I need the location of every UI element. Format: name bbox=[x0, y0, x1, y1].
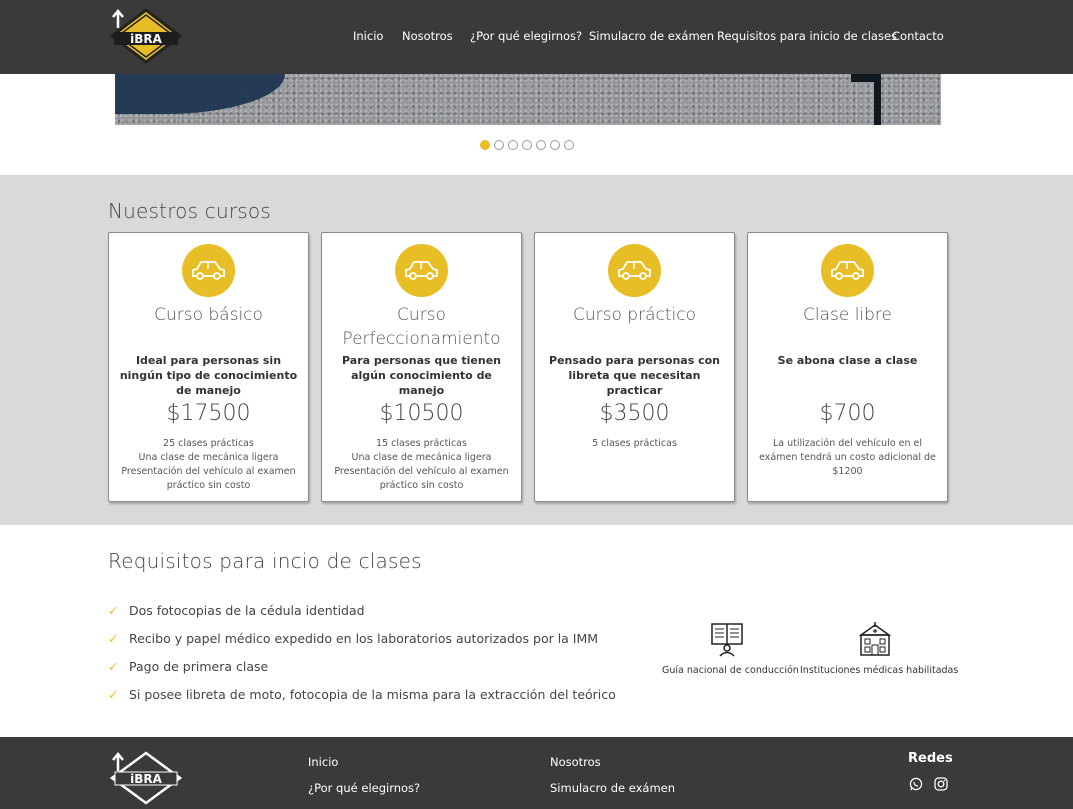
nav-nosotros[interactable]: Nosotros bbox=[402, 29, 453, 43]
carousel-dot[interactable] bbox=[480, 140, 490, 150]
course-detail: Una clase de mecánica ligera bbox=[351, 452, 492, 463]
logo[interactable]: iBRA bbox=[110, 8, 182, 64]
course-description: Para personas que tienen algún conocimie… bbox=[342, 354, 501, 397]
course-detail: 15 clases prácticas bbox=[376, 438, 467, 449]
course-price: $3500 bbox=[599, 401, 670, 426]
course-detail: Una clase de mecánica ligera bbox=[138, 452, 279, 463]
course-price: $17500 bbox=[166, 401, 251, 426]
course-description: Ideal para personas sin ningún tipo de c… bbox=[119, 354, 298, 397]
course-card-basico[interactable]: Curso básico Ideal para personas sin nin… bbox=[108, 232, 309, 502]
check-icon: ✓ bbox=[108, 603, 119, 618]
course-card-clase-libre[interactable]: Clase libre Se abona clase a clase $700 … bbox=[747, 232, 948, 502]
carousel-dot[interactable] bbox=[508, 140, 518, 150]
carousel-dot[interactable] bbox=[550, 140, 560, 150]
carousel-dot[interactable] bbox=[536, 140, 546, 150]
nav-requisitos[interactable]: Requisitos para inicio de clases bbox=[717, 29, 897, 43]
car-icon bbox=[395, 244, 448, 297]
car-icon bbox=[608, 244, 661, 297]
course-description: Se abona clase a clase bbox=[777, 354, 918, 367]
course-detail: 5 clases prácticas bbox=[592, 438, 677, 449]
course-detail: Presentación del vehículo al examen prác… bbox=[121, 466, 296, 491]
svg-text:iBRA: iBRA bbox=[130, 32, 163, 46]
requirement-text: Pago de primera clase bbox=[129, 659, 269, 674]
footer-link-nosotros[interactable]: Nosotros bbox=[550, 755, 601, 769]
hero-shadow bbox=[115, 74, 285, 114]
course-card-perfeccionamiento[interactable]: Curso Perfeccionamiento Para personas qu… bbox=[321, 232, 522, 502]
course-details: La utilización del vehículo en el exámen… bbox=[754, 437, 941, 479]
nav-contacto[interactable]: Contacto bbox=[892, 29, 944, 43]
car-icon bbox=[182, 244, 235, 297]
check-icon: ✓ bbox=[108, 687, 119, 702]
requirements-title: Requisitos para incio de clases bbox=[108, 549, 422, 573]
requirement-item: ✓ Pago de primera clase bbox=[108, 659, 268, 674]
course-details: 15 clases prácticas Una clase de mecánic… bbox=[328, 437, 515, 493]
course-name: Clase libre bbox=[802, 305, 893, 325]
course-details: 25 clases prácticas Una clase de mecánic… bbox=[115, 437, 302, 493]
carousel-dot[interactable] bbox=[494, 140, 504, 150]
course-detail: Presentación del vehículo al examen prác… bbox=[334, 466, 509, 491]
nav-por-que-elegirnos[interactable]: ¿Por qué elegirnos? bbox=[470, 29, 582, 43]
guia-nacional-link[interactable]: Guía nacional de conducción bbox=[662, 621, 799, 676]
book-reader-icon bbox=[711, 623, 743, 657]
svg-text:iBRA: iBRA bbox=[130, 772, 163, 786]
hospital-icon bbox=[858, 622, 892, 656]
hero-image bbox=[115, 74, 941, 125]
course-detail: La utilización del vehículo en el exámen… bbox=[759, 438, 936, 477]
instituciones-medicas-link[interactable]: Instituciones médicas habilitadas bbox=[800, 621, 959, 676]
requirement-item: ✓ Si posee libreta de moto, fotocopia de … bbox=[108, 687, 616, 702]
hero-road-line-top bbox=[851, 74, 881, 82]
carousel-dot[interactable] bbox=[522, 140, 532, 150]
requirement-text: Dos fotocopias de la cédula identidad bbox=[129, 603, 365, 618]
courses-title: Nuestros cursos bbox=[108, 199, 271, 223]
course-detail: 25 clases prácticas bbox=[163, 438, 254, 449]
check-icon: ✓ bbox=[108, 631, 119, 646]
course-price: $10500 bbox=[379, 401, 464, 426]
resource-label: Guía nacional de conducción bbox=[662, 665, 799, 676]
resource-label: Instituciones médicas habilitadas bbox=[800, 665, 959, 676]
footer-link-inicio[interactable]: Inicio bbox=[308, 755, 338, 769]
course-name: Curso práctico bbox=[573, 305, 696, 325]
course-card-practico[interactable]: Curso práctico Pensado para personas con… bbox=[534, 232, 735, 502]
footer-logo[interactable]: iBRA bbox=[110, 751, 182, 805]
courses-section: Nuestros cursos Curso básico Ideal para … bbox=[0, 175, 1073, 525]
car-icon bbox=[821, 244, 874, 297]
footer-link-por-que[interactable]: ¿Por qué elegirnos? bbox=[308, 781, 420, 795]
site-header: iBRA Inicio Nosotros ¿Por qué elegirnos?… bbox=[0, 0, 1073, 74]
instagram-icon[interactable] bbox=[934, 777, 948, 791]
whatsapp-icon[interactable] bbox=[909, 777, 923, 791]
requirement-text: Si posee libreta de moto, fotocopia de l… bbox=[129, 687, 616, 702]
nav-inicio[interactable]: Inicio bbox=[353, 29, 383, 43]
footer-link-simulacro[interactable]: Simulacro de exámen bbox=[550, 781, 675, 795]
course-details: 5 clases prácticas bbox=[541, 437, 728, 451]
carousel-dot[interactable] bbox=[564, 140, 574, 150]
course-price: $700 bbox=[819, 401, 876, 426]
course-description: Pensado para personas con libreta que ne… bbox=[549, 354, 720, 397]
requirement-item: ✓ Recibo y papel médico expedido en los l… bbox=[108, 631, 598, 646]
nav-simulacro[interactable]: Simulacro de exámen bbox=[589, 29, 714, 43]
course-name: Curso Perfeccionamiento bbox=[342, 305, 501, 349]
course-name: Curso básico bbox=[154, 305, 263, 325]
requirement-text: Recibo y papel médico expedido en los la… bbox=[129, 631, 599, 646]
requirements-section: Requisitos para incio de clases ✓ Dos fot… bbox=[0, 525, 1073, 737]
check-icon: ✓ bbox=[108, 659, 119, 674]
requirement-item: ✓ Dos fotocopias de la cédula identidad bbox=[108, 603, 365, 618]
social-title: Redes bbox=[908, 751, 953, 766]
site-footer: iBRA Inicio ¿Por qué elegirnos? Nosotros… bbox=[0, 737, 1073, 809]
